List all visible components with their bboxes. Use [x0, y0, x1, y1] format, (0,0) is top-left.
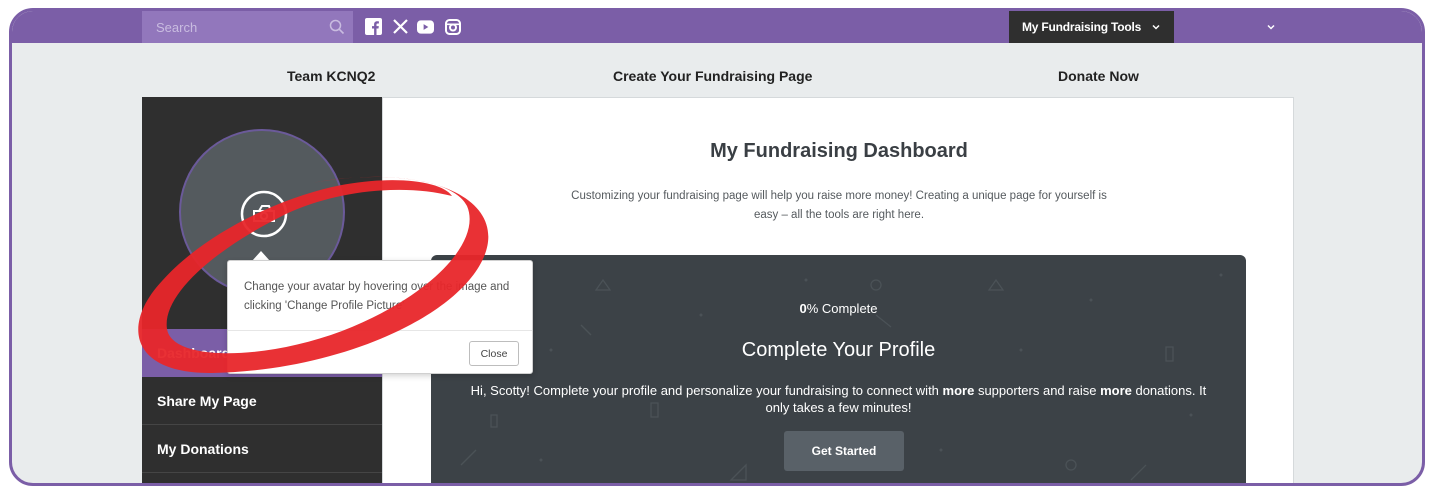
- youtube-icon[interactable]: [417, 18, 434, 35]
- tooltip-text: Change your avatar by hovering over the …: [244, 281, 510, 312]
- x-icon[interactable]: [392, 18, 409, 35]
- search-input[interactable]: [156, 19, 316, 35]
- nav-create-page-link[interactable]: Create Your Fundraising Page: [613, 68, 812, 84]
- nav-donate-link[interactable]: Donate Now: [1058, 68, 1139, 84]
- my-fundraising-tools-dropdown[interactable]: My Fundraising Tools: [1009, 11, 1174, 43]
- message-emphasis: more: [1100, 383, 1132, 398]
- top-bar: My Fundraising Tools: [12, 11, 1422, 43]
- complete-profile-card: 0% Complete Complete Your Profile Hi, Sc…: [431, 255, 1246, 483]
- page-description: Customizing your fundraising page will h…: [571, 190, 1107, 221]
- complete-profile-message: Hi, Scotty! Complete your profile and pe…: [461, 382, 1216, 416]
- search-icon[interactable]: [329, 19, 345, 35]
- sidebar-item-share-my-page[interactable]: Share My Page: [142, 377, 382, 425]
- profile-completion-percent: 0% Complete: [431, 301, 1246, 316]
- complete-profile-title: Complete Your Profile: [741, 339, 936, 361]
- message-part: Hi, Scotty! Complete your profile and pe…: [470, 383, 943, 398]
- facebook-icon[interactable]: [365, 18, 382, 35]
- message-emphasis: more: [942, 383, 975, 398]
- message-part: supporters and raise: [974, 383, 1101, 398]
- page-title: My Fundraising Dashboard: [710, 140, 968, 162]
- app-frame: My Fundraising Tools Team KCNQ2 Create Y…: [9, 8, 1425, 486]
- tools-label: My Fundraising Tools: [1022, 20, 1142, 34]
- chevron-down-icon: [1152, 24, 1160, 30]
- tooltip-divider: [228, 330, 532, 331]
- sidebar-item-my-donations[interactable]: My Donations: [142, 425, 382, 473]
- get-started-button[interactable]: Get Started: [784, 431, 904, 471]
- camera-icon[interactable]: [240, 190, 288, 238]
- tooltip-close-button[interactable]: Close: [469, 341, 519, 366]
- search-box[interactable]: [142, 11, 353, 43]
- percent-suffix: % Complete: [806, 301, 878, 316]
- avatar-tooltip: Change your avatar by hovering over the …: [227, 260, 533, 374]
- chevron-down-icon[interactable]: [1266, 22, 1276, 32]
- nav-team-link[interactable]: Team KCNQ2: [287, 68, 375, 84]
- instagram-icon[interactable]: [444, 18, 461, 35]
- percent-value: 0: [799, 301, 807, 316]
